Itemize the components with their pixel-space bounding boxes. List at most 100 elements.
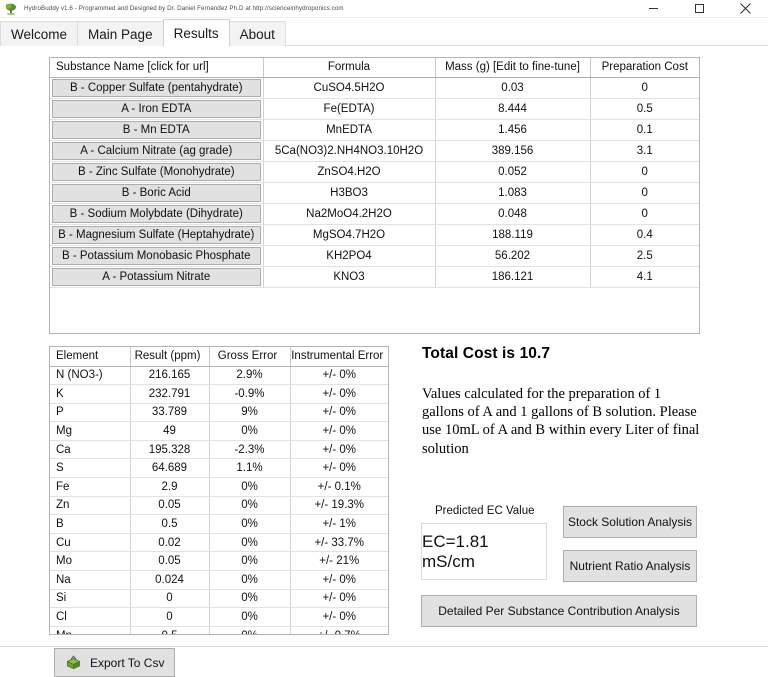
table-row: Cl 0 0% +/- 0% <box>50 607 388 627</box>
substance-mass-cell[interactable]: 186.121 <box>435 266 591 288</box>
element-gross-error-cell: 0% <box>209 533 291 553</box>
element-instrumental-error-cell: +/- 33.7% <box>290 533 388 553</box>
substance-name-button[interactable]: B - Sodium Molybdate (Dihydrate) <box>52 204 261 223</box>
substance-mass-cell[interactable]: 0.03 <box>435 77 591 99</box>
substance-mass-cell[interactable]: 1.456 <box>435 119 591 141</box>
element-instrumental-error-cell: +/- 0% <box>290 607 388 627</box>
element-instrumental-error-cell: +/- 0% <box>290 570 388 590</box>
maximize-button[interactable] <box>676 0 722 17</box>
table-row: Na 0.024 0% +/- 0% <box>50 570 388 590</box>
substance-name-button[interactable]: A - Potassium Nitrate <box>52 267 261 286</box>
table-row: Fe 2.9 0% +/- 0.1% <box>50 477 388 497</box>
tab-about[interactable]: About <box>228 21 286 46</box>
table-row: B - Potassium Monobasic Phosphate KH2PO4 5… <box>50 245 699 267</box>
substance-mass-cell[interactable]: 0.048 <box>435 203 591 225</box>
tab-results[interactable]: Results <box>162 19 230 47</box>
substance-name-cell[interactable]: B - Mn EDTA <box>50 119 264 141</box>
export-to-csv-button[interactable]: Export To Csv <box>54 648 175 677</box>
substance-name-cell[interactable]: B - Magnesium Sulfate (Heptahydrate) <box>50 224 264 246</box>
element-name-cell: Zn <box>50 496 131 516</box>
element-gross-error-cell: 0% <box>209 477 291 497</box>
minimize-button[interactable] <box>630 0 676 17</box>
table-header-row: Element Result (ppm) Gross Error Instrum… <box>50 347 388 367</box>
substance-mass-cell[interactable]: 1.083 <box>435 182 591 204</box>
tab-label: Welcome <box>11 26 68 42</box>
tab-welcome[interactable]: Welcome <box>0 21 79 46</box>
substance-name-cell[interactable]: B - Potassium Monobasic Phosphate <box>50 245 264 267</box>
tab-bar: Welcome Main Page Results About <box>0 18 768 47</box>
tab-label: About <box>239 26 275 42</box>
element-result-cell: 0 <box>130 607 210 627</box>
table-row: Zn 0.05 0% +/- 19.3% <box>50 496 388 516</box>
tab-label: Main Page <box>88 26 153 42</box>
substance-name-cell[interactable]: A - Potassium Nitrate <box>50 266 264 288</box>
element-name-cell: Mo <box>50 551 131 572</box>
substance-name-cell[interactable]: A - Iron EDTA <box>50 98 264 120</box>
table-row: B - Magnesium Sulfate (Heptahydrate) MgSO… <box>50 224 699 246</box>
element-gross-error-cell: 1.1% <box>209 458 291 479</box>
substance-name-button[interactable]: A - Iron EDTA <box>52 99 261 118</box>
substance-mass-cell[interactable]: 8.444 <box>435 98 591 120</box>
substance-cost-cell: 0 <box>590 182 699 204</box>
substance-mass-cell[interactable]: 188.119 <box>435 224 591 246</box>
element-instrumental-error-cell: +/- 19.3% <box>290 496 388 516</box>
substance-name-button[interactable]: B - Copper Sulfate (pentahydrate) <box>52 78 261 97</box>
table-row: B - Mn EDTA MnEDTA 1.456 0.1 <box>50 119 699 141</box>
substance-name-cell[interactable]: B - Copper Sulfate (pentahydrate) <box>50 77 264 99</box>
element-result-cell: 0.05 <box>130 551 210 572</box>
substance-formula-cell: 5Ca(NO3)2.NH4NO3.10H2O <box>263 140 436 162</box>
element-gross-error-cell: 0% <box>209 570 291 590</box>
substance-name-cell[interactable]: A - Calcium Nitrate (ag grade) <box>50 140 264 162</box>
nutrient-ratio-analysis-button[interactable]: Nutrient Ratio Analysis <box>563 550 697 582</box>
substance-name-cell[interactable]: B - Sodium Molybdate (Dihydrate) <box>50 203 264 225</box>
element-instrumental-error-cell: +/- 0% <box>290 421 388 441</box>
substance-name-button[interactable]: B - Zinc Sulfate (Monohydrate) <box>52 162 261 181</box>
substance-mass-cell[interactable]: 56.202 <box>435 245 591 267</box>
substance-mass-cell[interactable]: 389.156 <box>435 140 591 162</box>
substance-name-button[interactable]: B - Magnesium Sulfate (Heptahydrate) <box>52 225 261 244</box>
substance-formula-cell: H3BO3 <box>263 182 436 204</box>
substance-mass-cell[interactable]: 0.052 <box>435 161 591 183</box>
element-gross-error-cell: 0% <box>209 607 291 627</box>
substance-name-button[interactable]: B - Boric Acid <box>52 183 261 202</box>
table-row: A - Calcium Nitrate (ag grade) 5Ca(NO3)2.… <box>50 140 699 162</box>
table-row: Ca 195.328 -2.3% +/- 0% <box>50 440 388 460</box>
results-panel: Substance Name [click for url] Formula M… <box>0 46 768 677</box>
table-row: B - Copper Sulfate (pentahydrate) CuSO4.5… <box>50 77 699 99</box>
substance-cost-cell: 0 <box>590 161 699 183</box>
element-name-cell: S <box>50 458 131 479</box>
table-row: K 232.791 -0.9% +/- 0% <box>50 384 388 404</box>
element-result-cell: 0.02 <box>130 533 210 553</box>
column-header-substance-name: Substance Name [click for url] <box>50 58 264 78</box>
element-result-cell: 64.689 <box>130 458 210 479</box>
table-row: N (NO3-) 216.165 2.9% +/- 0% <box>50 366 388 386</box>
substance-name-button[interactable]: B - Potassium Monobasic Phosphate <box>52 246 261 265</box>
stock-solution-analysis-button[interactable]: Stock Solution Analysis <box>563 506 697 538</box>
tab-main-page[interactable]: Main Page <box>77 21 164 46</box>
column-header-mass: Mass (g) [Edit to fine-tune] <box>435 58 591 78</box>
substance-cost-cell: 0.4 <box>590 224 699 246</box>
column-header-result-ppm: Result (ppm) <box>130 347 210 367</box>
close-button[interactable] <box>722 0 768 17</box>
window-titlebar: HydroBuddy v1.6 - Programmed and Designe… <box>0 0 768 18</box>
element-gross-error-cell: 0% <box>209 551 291 572</box>
element-name-cell: Mn <box>50 626 131 634</box>
column-header-preparation-cost: Preparation Cost <box>590 58 699 78</box>
detailed-contribution-analysis-button[interactable]: Detailed Per Substance Contribution Anal… <box>421 595 697 627</box>
table-row: Mo 0.05 0% +/- 21% <box>50 551 388 572</box>
substance-formula-cell: KNO3 <box>263 266 436 288</box>
element-name-cell: Cl <box>50 607 131 627</box>
substance-cost-cell: 0 <box>590 77 699 99</box>
column-header-element: Element <box>50 347 131 367</box>
predicted-ec-label: Predicted EC Value <box>435 505 535 517</box>
substance-table: Substance Name [click for url] Formula M… <box>50 58 699 288</box>
substance-name-cell[interactable]: B - Boric Acid <box>50 182 264 204</box>
substance-name-cell[interactable]: B - Zinc Sulfate (Monohydrate) <box>50 161 264 183</box>
element-instrumental-error-cell: +/- 0% <box>290 403 388 423</box>
preparation-note: Values calculated for the preparation of… <box>422 386 700 457</box>
substance-name-button[interactable]: B - Mn EDTA <box>52 120 261 139</box>
predicted-ec-value: EC=1.81 mS/cm <box>421 523 547 580</box>
element-gross-error-cell: 0% <box>209 626 291 634</box>
substance-cost-cell: 0.5 <box>590 98 699 120</box>
substance-name-button[interactable]: A - Calcium Nitrate (ag grade) <box>52 141 261 160</box>
